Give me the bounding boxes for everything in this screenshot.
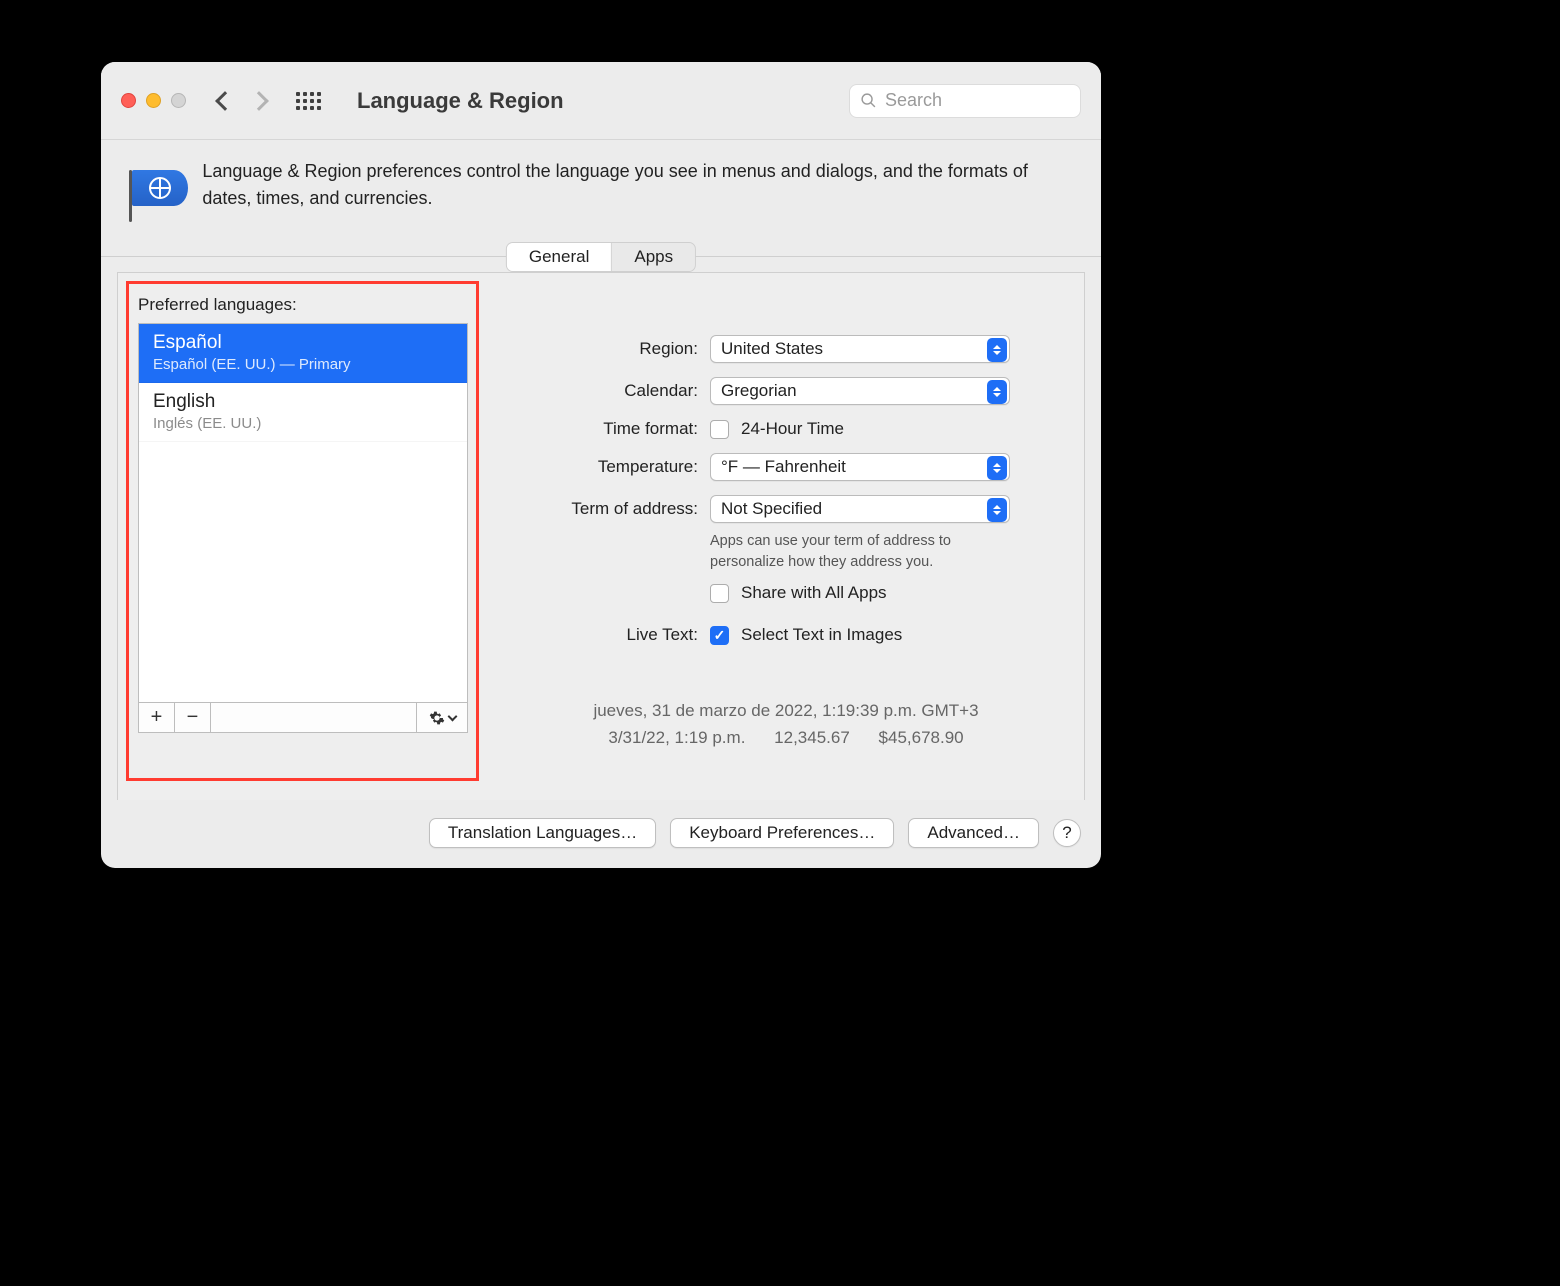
region-label: Region: — [508, 339, 698, 359]
preferred-languages-section: Preferred languages: Español Español (EE… — [138, 295, 468, 782]
intro-text: Language & Region preferences control th… — [202, 158, 1077, 212]
translation-languages-button[interactable]: Translation Languages… — [429, 818, 656, 848]
popup-stepper-icon — [987, 338, 1007, 362]
share-all-apps-label: Share with All Apps — [741, 583, 887, 603]
sample-long-date: jueves, 31 de marzo de 2022, 1:19:39 p.m… — [508, 697, 1064, 724]
popup-stepper-icon — [987, 498, 1007, 522]
sample-currency: $45,678.90 — [879, 728, 964, 747]
window-controls — [121, 93, 186, 108]
search-icon — [860, 92, 877, 109]
language-actions-menu[interactable] — [417, 703, 467, 732]
popup-stepper-icon — [987, 456, 1007, 480]
time-format-label: Time format: — [508, 419, 698, 439]
language-item-english[interactable]: English Inglés (EE. UU.) — [139, 383, 467, 442]
general-panel: Preferred languages: Español Español (EE… — [117, 272, 1085, 800]
temperature-popup[interactable]: °F — Fahrenheit — [710, 453, 1010, 481]
format-samples: jueves, 31 de marzo de 2022, 1:19:39 p.m… — [508, 697, 1064, 751]
search-placeholder: Search — [885, 90, 942, 111]
chevron-down-icon — [447, 711, 457, 721]
zoom-window-button — [171, 93, 186, 108]
language-item-espanol[interactable]: Español Español (EE. UU.) — Primary — [139, 324, 467, 383]
language-region-icon — [123, 166, 182, 224]
show-all-icon[interactable] — [296, 92, 321, 110]
preferred-languages-label: Preferred languages: — [138, 295, 468, 315]
tab-apps[interactable]: Apps — [612, 243, 695, 271]
term-of-address-hint: Apps can use your term of address to per… — [710, 531, 1010, 573]
nav-buttons — [218, 94, 266, 108]
page-title: Language & Region — [357, 88, 564, 114]
term-of-address-popup[interactable]: Not Specified — [710, 495, 1010, 523]
share-all-apps-checkbox[interactable] — [710, 584, 729, 603]
tab-bar: General Apps — [101, 242, 1101, 272]
language-list[interactable]: Español Español (EE. UU.) — Primary Engl… — [138, 323, 468, 703]
sample-number: 12,345.67 — [774, 728, 850, 747]
forward-button — [249, 91, 269, 111]
temperature-label: Temperature: — [508, 457, 698, 477]
live-text-checkbox-label: Select Text in Images — [741, 625, 902, 645]
search-input[interactable]: Search — [849, 84, 1081, 118]
add-language-button[interactable]: + — [139, 703, 175, 732]
plus-icon: + — [151, 706, 163, 729]
minus-icon: − — [187, 706, 199, 729]
keyboard-preferences-button[interactable]: Keyboard Preferences… — [670, 818, 894, 848]
term-of-address-label: Term of address: — [508, 499, 698, 519]
24hour-checkbox[interactable] — [710, 420, 729, 439]
language-list-footer: + − — [138, 703, 468, 733]
minimize-window-button[interactable] — [146, 93, 161, 108]
region-popup[interactable]: United States — [710, 335, 1010, 363]
footer: Translation Languages… Keyboard Preferen… — [101, 814, 1101, 868]
close-window-button[interactable] — [121, 93, 136, 108]
toolbar: Language & Region Search — [101, 62, 1101, 140]
help-button[interactable]: ? — [1053, 819, 1081, 847]
preferences-window: Language & Region Search Language & Regi… — [101, 62, 1101, 868]
calendar-label: Calendar: — [508, 381, 698, 401]
intro: Language & Region preferences control th… — [101, 140, 1101, 236]
gear-icon — [429, 710, 445, 726]
back-button[interactable] — [215, 91, 235, 111]
sample-short-date: 3/31/22, 1:19 p.m. — [608, 728, 745, 747]
calendar-popup[interactable]: Gregorian — [710, 377, 1010, 405]
remove-language-button[interactable]: − — [175, 703, 211, 732]
popup-stepper-icon — [987, 380, 1007, 404]
live-text-label: Live Text: — [508, 625, 698, 645]
advanced-button[interactable]: Advanced… — [908, 818, 1039, 848]
24hour-checkbox-label: 24-Hour Time — [741, 419, 844, 439]
settings-column: Region: United States Calendar: Gregoria… — [508, 295, 1064, 782]
tab-general[interactable]: General — [507, 243, 612, 271]
live-text-checkbox[interactable] — [710, 626, 729, 645]
